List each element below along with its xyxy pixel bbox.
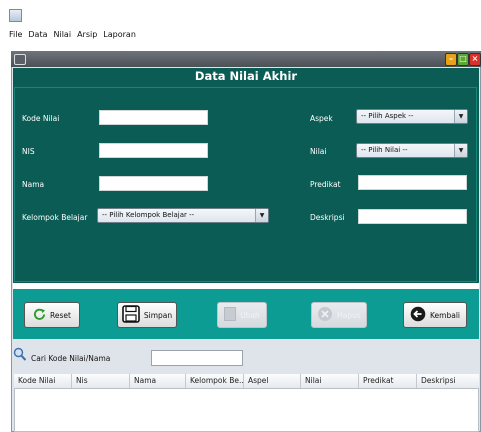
maximize-button[interactable]: □ xyxy=(457,53,469,66)
search-label: Cari Kode Nilai/Nama xyxy=(31,354,111,363)
search-icon xyxy=(13,347,27,366)
kode-nilai-input[interactable] xyxy=(99,110,208,125)
kembali-button[interactable]: Kembali xyxy=(403,302,467,328)
nama-label: Nama xyxy=(22,180,45,189)
column-header[interactable]: Nis xyxy=(72,374,130,388)
close-button[interactable]: × xyxy=(469,53,481,66)
kelompok-belajar-select[interactable]: -- Pilih Kelompok Belajar -- ▼ xyxy=(97,208,269,223)
refresh-icon xyxy=(33,308,46,323)
nama-input[interactable] xyxy=(99,176,208,191)
column-header[interactable]: Kode Nilai xyxy=(14,374,72,388)
menu-nilai[interactable]: Nilai xyxy=(51,27,75,43)
minimize-button[interactable]: – xyxy=(445,53,457,66)
kembali-label: Kembali xyxy=(430,310,460,320)
predikat-input[interactable] xyxy=(358,175,467,190)
ubah-label: Ubah xyxy=(240,310,260,320)
column-header[interactable]: Kelompok Be... xyxy=(186,374,244,388)
column-header[interactable]: Aspel xyxy=(244,374,301,388)
nilai-selected: -- Pilih Nilai -- xyxy=(361,146,408,154)
simpan-button[interactable]: Simpan xyxy=(117,302,177,328)
aspek-select[interactable]: -- Pilih Aspek -- ▼ xyxy=(356,109,468,124)
frame-title-bar[interactable] xyxy=(11,51,481,67)
table-header: Kode Nilai Nis Nama Kelompok Be... Aspel… xyxy=(14,374,479,389)
menu-arsip[interactable]: Arsip xyxy=(74,27,100,43)
simpan-label: Simpan xyxy=(143,310,173,320)
chevron-down-icon: ▼ xyxy=(454,144,467,157)
column-header[interactable]: Nama xyxy=(130,374,186,388)
deskripsi-label: Deskripsi xyxy=(310,213,345,222)
search-input[interactable] xyxy=(151,350,243,366)
menu-laporan[interactable]: Laporan xyxy=(100,27,139,43)
predikat-label: Predikat xyxy=(310,180,341,189)
save-icon xyxy=(122,305,140,325)
deskripsi-input[interactable] xyxy=(358,209,467,224)
frame-menu-icon[interactable] xyxy=(14,54,26,65)
nis-label: NIS xyxy=(22,147,35,156)
reset-button[interactable]: Reset xyxy=(24,302,80,328)
nilai-select[interactable]: -- Pilih Nilai -- ▼ xyxy=(356,143,468,158)
menu-data[interactable]: Data xyxy=(25,27,50,43)
hapus-label: Hapus xyxy=(337,310,361,320)
nis-input[interactable] xyxy=(99,143,208,158)
chevron-down-icon: ▼ xyxy=(454,110,467,123)
aspek-selected: -- Pilih Aspek -- xyxy=(361,112,414,120)
reset-label: Reset xyxy=(50,310,71,320)
column-header[interactable]: Nilai xyxy=(301,374,359,388)
ubah-button[interactable]: Ubah xyxy=(217,302,267,328)
menu-file[interactable]: File xyxy=(6,27,25,43)
edit-icon xyxy=(224,307,237,323)
aspek-label: Aspek xyxy=(310,114,333,123)
hapus-button[interactable]: Hapus xyxy=(311,302,367,328)
chevron-down-icon: ▼ xyxy=(255,209,268,222)
kode-nilai-label: Kode Nilai xyxy=(22,114,60,123)
delete-icon xyxy=(317,306,333,324)
column-header[interactable]: Deskripsi xyxy=(417,374,477,388)
form-heading: Data Nilai Akhir xyxy=(194,69,298,83)
nilai-label: Nilai xyxy=(310,147,327,156)
kelompok-belajar-selected: -- Pilih Kelompok Belajar -- xyxy=(102,211,195,219)
column-header[interactable]: Predikat xyxy=(359,374,417,388)
app-icon xyxy=(9,9,22,22)
kelompok-belajar-label: Kelompok Belajar xyxy=(22,213,88,222)
menu-bar: File Data Nilai Arsip Laporan xyxy=(6,27,139,43)
back-arrow-icon xyxy=(410,306,426,324)
